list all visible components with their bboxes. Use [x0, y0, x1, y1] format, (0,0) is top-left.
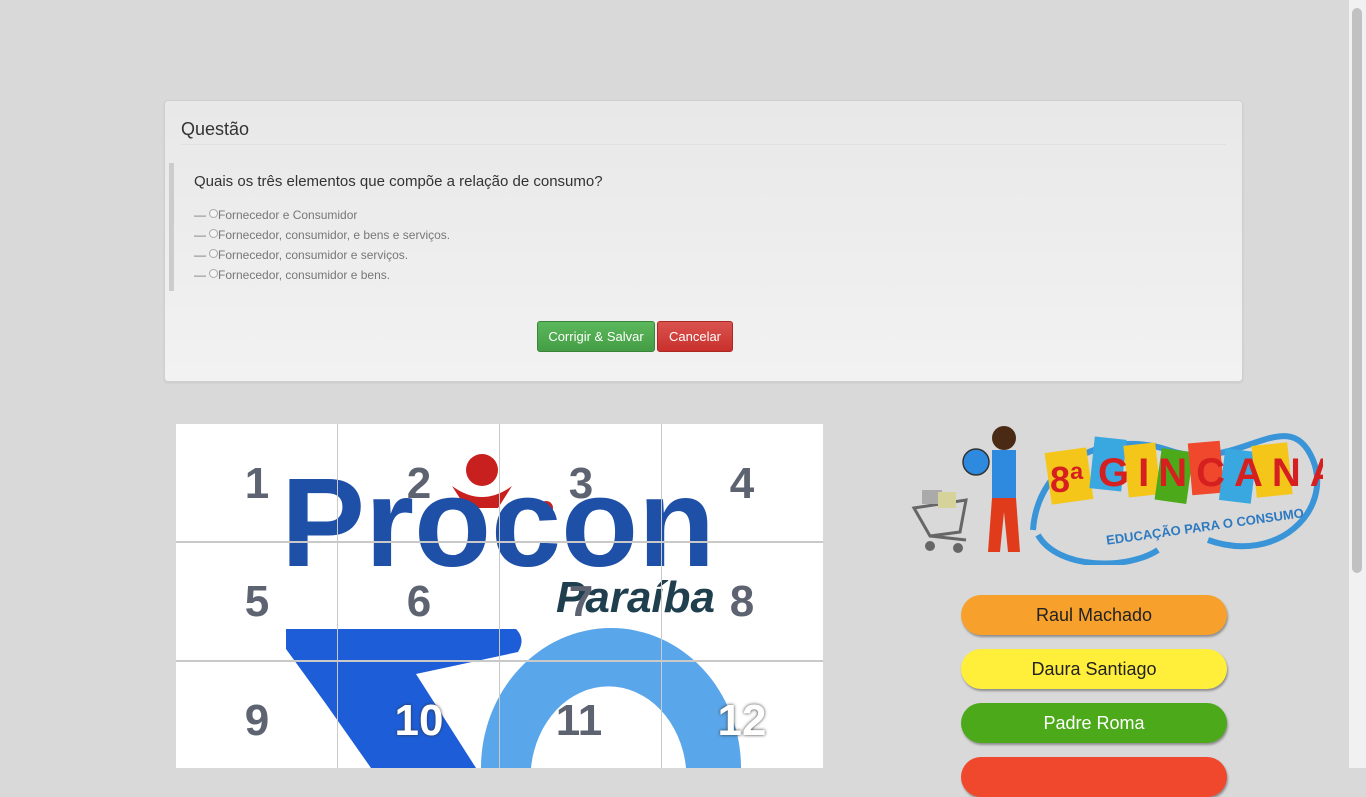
option-1-label: Fornecedor e Consumidor [218, 208, 358, 222]
scrollbar-thumb[interactable] [1352, 8, 1362, 573]
option-dash: — [194, 228, 206, 242]
tile-10[interactable]: 10 [395, 696, 444, 746]
divider [181, 144, 1226, 145]
team-button-4[interactable] [961, 757, 1227, 797]
grid-line [176, 541, 823, 543]
tile-11[interactable]: 11 [556, 696, 603, 746]
vertical-scrollbar[interactable] [1349, 0, 1366, 768]
grid-line [337, 424, 338, 768]
team-button-padre-roma[interactable]: Padre Roma [961, 703, 1227, 743]
answer-options: — Fornecedor e Consumidor — Fornecedor, co… [194, 205, 450, 285]
gincana-logo: 8ª GINCANA EDUCAÇÃO PARA O CONSUMO [908, 420, 1339, 567]
grid-line [176, 660, 823, 662]
tile-5[interactable]: 5 [245, 577, 269, 627]
save-button[interactable]: Corrigir & Salvar [537, 321, 655, 352]
cart-icon [911, 490, 968, 553]
option-4-radio[interactable] [209, 268, 218, 278]
option-2[interactable]: — Fornecedor, consumidor, e bens e serviç… [194, 225, 450, 245]
option-dash: — [194, 268, 206, 282]
panel-title: Questão [181, 119, 250, 139]
option-3[interactable]: — Fornecedor, consumidor e serviços. [194, 245, 450, 265]
cancel-button[interactable]: Cancelar [657, 321, 733, 352]
tile-7[interactable]: 7 [569, 577, 593, 627]
question-block: Quais os três elementos que compõe a rel… [169, 163, 1234, 291]
tile-6[interactable]: 6 [407, 577, 431, 627]
option-dash: — [194, 208, 206, 222]
tile-2[interactable]: 2 [407, 459, 431, 509]
option-4[interactable]: — Fornecedor, consumidor e bens. [194, 265, 450, 285]
option-3-radio[interactable] [209, 248, 218, 258]
tile-8[interactable]: 8 [730, 577, 754, 627]
team-button-raul-machado[interactable]: Raul Machado [961, 595, 1227, 635]
logo-shape-0 [481, 628, 741, 768]
tile-4[interactable]: 4 [730, 459, 754, 509]
person-illustration [962, 426, 1020, 552]
question-panel: Questão Quais os três elementos que comp… [164, 100, 1243, 382]
grid-line [499, 424, 500, 768]
grid-line [661, 424, 662, 768]
option-1[interactable]: — Fornecedor e Consumidor [194, 205, 450, 225]
tile-9[interactable]: 9 [245, 696, 269, 746]
gincana-word: GINCANA [1098, 451, 1323, 495]
question-text: Quais os três elementos que compõe a rel… [194, 173, 603, 190]
option-2-radio[interactable] [209, 228, 218, 238]
option-2-label: Fornecedor, consumidor, e bens e serviço… [218, 228, 451, 242]
tile-1[interactable]: 1 [245, 459, 269, 509]
team-button-daura-santiago[interactable]: Daura Santiago [961, 649, 1227, 689]
gincana-number: 8ª [1050, 459, 1084, 500]
gincana-graphic: 8ª GINCANA EDUCAÇÃO PARA O CONSUMO [911, 426, 1339, 567]
option-dash: — [194, 248, 206, 262]
option-4-label: Fornecedor, consumidor e bens. [218, 268, 391, 282]
puzzle-board: Procon Paraíba 1 2 3 4 5 6 7 8 9 10 11 1… [176, 424, 823, 768]
option-3-label: Fornecedor, consumidor e serviços. [218, 248, 409, 262]
tile-3[interactable]: 3 [569, 459, 593, 509]
tile-12[interactable]: 12 [718, 696, 767, 746]
option-1-radio[interactable] [209, 208, 218, 218]
